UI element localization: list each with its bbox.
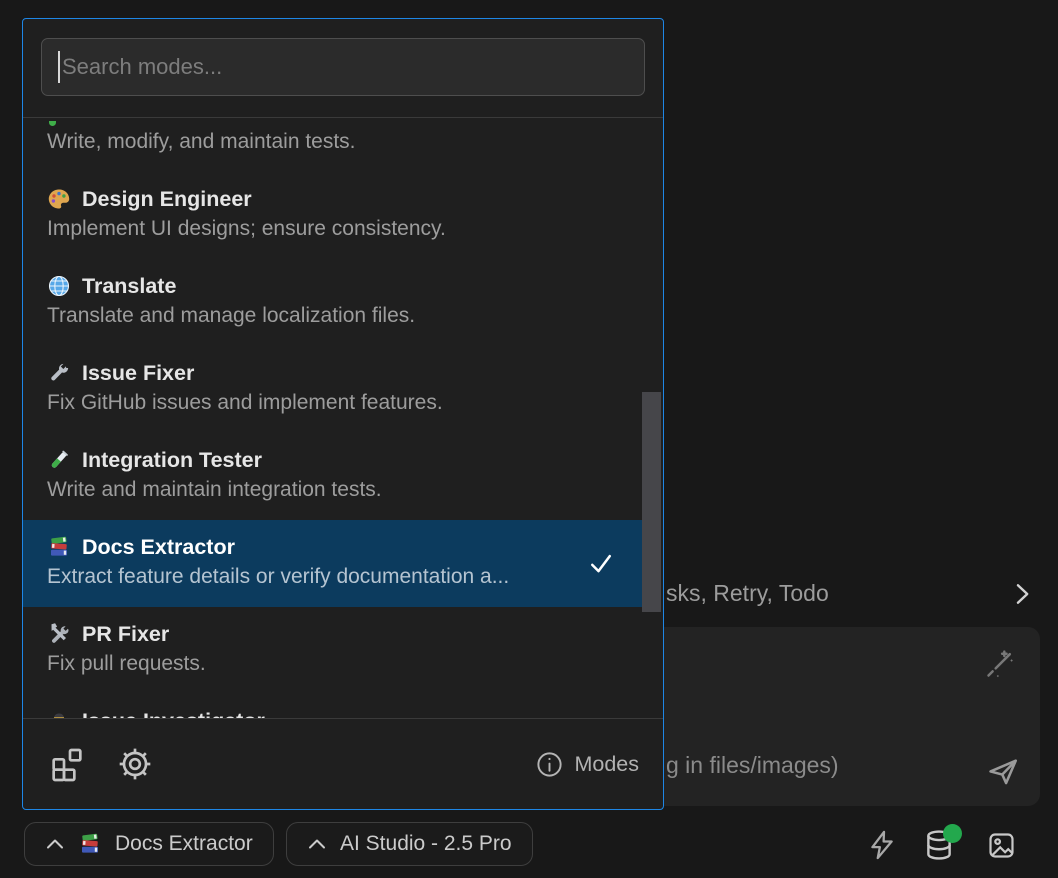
mode-selector-pill[interactable]: Docs Extractor [24,822,274,866]
mode-list: Write, modify, and maintain tests. Desig… [23,117,663,719]
mode-item-translate[interactable]: Translate Translate and manage localizat… [23,259,642,346]
mode-name: Issue Investigator [82,709,265,720]
status-dot [943,824,962,843]
send-icon[interactable] [986,755,1020,789]
context-condense-row[interactable]: sks, Retry, Todo [640,576,1040,616]
books-icon [78,832,102,856]
mode-description: Implement UI designs; ensure consistency… [47,216,618,242]
mode-item-issue-fixer[interactable]: Issue Fixer Fix GitHub issues and implem… [23,346,642,433]
app-window: sks, Retry, Todo g in files/images) [0,0,1058,878]
chevron-up-icon [307,837,327,851]
image-icon[interactable] [986,830,1017,861]
context-row-text: sks, Retry, Todo [666,580,829,607]
books-icon [47,535,71,559]
mode-picker-popover: Write, modify, and maintain tests. Desig… [22,18,664,810]
info-icon [535,750,564,779]
mode-item-pr-fixer[interactable]: PR Fixer Fix pull requests. [23,607,642,694]
mode-name: Translate [82,274,176,299]
model-selector-pill[interactable]: AI Studio - 2.5 Pro [286,822,533,866]
mode-name: Design Engineer [82,187,252,212]
enhance-prompt-wand-icon[interactable] [983,648,1016,681]
gear-icon[interactable] [115,744,155,784]
mode-description: Extract feature details or verify docume… [47,564,618,590]
mode-name: Integration Tester [82,448,262,473]
mode-description: Translate and manage localization files. [47,303,618,329]
chat-input[interactable]: g in files/images) [600,627,1040,806]
mode-item-design-engineer[interactable]: Design Engineer Implement UI designs; en… [23,172,642,259]
test-tube-icon [47,448,71,472]
mode-description: Write and maintain integration tests. [47,477,618,503]
marketplace-button[interactable] [47,744,87,784]
mode-item-issue-investigator[interactable]: Issue Investigator [23,694,642,719]
palette-icon [47,187,71,211]
search-field-wrap [41,38,645,96]
mode-description: Fix pull requests. [47,651,618,677]
mode-item-docs-extractor[interactable]: Docs Extractor Extract feature details o… [23,520,642,607]
wrench-icon [47,361,71,385]
mode-pill-label: Docs Extractor [115,832,253,856]
scrollbar-thumb[interactable] [642,392,661,612]
check-icon [586,548,616,578]
modes-label: Modes [574,752,639,777]
mode-name: PR Fixer [82,622,169,647]
detective-icon [47,709,71,719]
mode-item-integration-tester[interactable]: Integration Tester Write and maintain in… [23,433,642,520]
search-input[interactable] [41,38,645,96]
model-pill-label: AI Studio - 2.5 Pro [340,832,512,856]
hammer-wrench-icon [47,622,71,646]
popover-footer: Modes [23,719,663,809]
mode-name: Docs Extractor [82,535,235,560]
mode-name: Issue Fixer [82,361,194,386]
test-tube-icon [49,121,56,126]
chevron-right-icon[interactable] [1008,578,1036,610]
mode-description: Fix GitHub issues and implement features… [47,390,618,416]
mode-item-clipped-top[interactable]: Write, modify, and maintain tests. [23,117,642,172]
globe-icon [47,274,71,298]
mode-list-scroll: Write, modify, and maintain tests. Desig… [23,117,663,719]
chevron-up-icon [45,837,65,851]
auto-approve-lightning-icon[interactable] [866,828,898,862]
chat-input-placeholder: g in files/images) [666,752,839,779]
mode-description: Write, modify, and maintain tests. [47,129,618,155]
modes-info[interactable]: Modes [535,750,639,779]
